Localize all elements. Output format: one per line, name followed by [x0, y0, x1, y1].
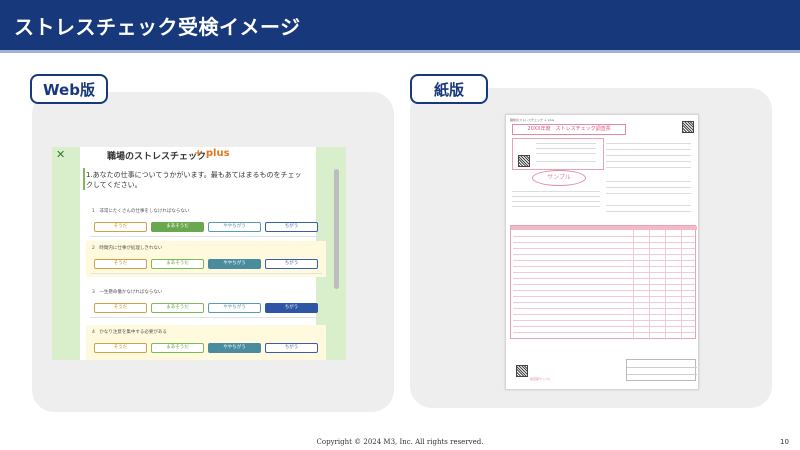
table-row: [513, 290, 695, 291]
paper-title: 20XX年度 ストレスチェック調査票: [512, 124, 626, 135]
question-item-text: 4 かなり注意を集中する必要がある: [92, 330, 167, 335]
qr-code-icon: [518, 155, 530, 167]
option-yaya-chigau[interactable]: ややちがう: [208, 343, 261, 353]
table-row: [513, 314, 695, 315]
table-row: [513, 296, 695, 297]
paper-line: [512, 191, 600, 192]
table-row: [513, 278, 695, 279]
id-row: [627, 367, 697, 368]
web-question-item-3: 3 一生懸命働かなければならない そうだ まあそうだ ややちがう ちがう: [86, 285, 326, 321]
qr-code-icon: [516, 365, 528, 377]
web-question-item-4: 4 かなり注意を集中する必要がある そうだ まあそうだ ややちがう ちがう: [86, 325, 326, 360]
header-bar: ストレスチェック受検イメージ: [0, 0, 800, 50]
paper-line: [536, 148, 596, 149]
table-row: [513, 308, 695, 309]
question-accent-bar: [83, 168, 85, 190]
item-divider: [90, 273, 322, 274]
option-chigau[interactable]: ちがう: [265, 222, 318, 232]
paper-line: [536, 153, 596, 154]
table-row: [513, 326, 695, 327]
table-row: [513, 236, 695, 237]
paper-line: [512, 201, 600, 202]
paper-line: [512, 196, 600, 197]
option-yaya-chigau[interactable]: ややちがう: [208, 222, 261, 232]
table-row: [513, 266, 695, 267]
slide: ストレスチェック受検イメージ Web版 紙版 ✕ 職場のストレスチェック + p…: [0, 0, 800, 450]
paper-line: [606, 155, 691, 156]
table-row: [513, 272, 695, 273]
paper-line: [606, 161, 691, 162]
table-column: [665, 230, 666, 340]
paper-line: [536, 143, 596, 144]
table-column: [633, 230, 634, 340]
option-yaya-chigau[interactable]: ややちがう: [208, 259, 261, 269]
table-column: [681, 230, 682, 340]
table-column: [649, 230, 650, 340]
question-item-text: 2 時間内に仕事が処理しきれない: [92, 246, 163, 251]
option-maa-sou-da[interactable]: まあそうだ: [151, 303, 204, 313]
web-brand-plus: + plus: [194, 148, 230, 159]
table-row: [513, 320, 695, 321]
scrollbar[interactable]: [334, 169, 339, 289]
table-row: [513, 242, 695, 243]
web-screenshot: ✕ 職場のストレスチェック + plus 1.あなたの仕事についてうかがいます。…: [52, 147, 346, 360]
page-number: 10: [780, 438, 789, 446]
paper-line: [606, 205, 691, 206]
paper-id-box: [626, 359, 697, 381]
header-divider: [0, 50, 800, 53]
option-chigau[interactable]: ちがう: [265, 303, 318, 313]
option-sou-da[interactable]: そうだ: [94, 259, 147, 269]
option-maa-sou-da[interactable]: まあそうだ: [151, 222, 204, 232]
table-row: [513, 260, 695, 261]
sample-stamp: サンプル: [532, 170, 586, 186]
paper-line: [606, 193, 691, 194]
item-divider: [90, 317, 322, 318]
question-item-text: 3 一生懸命働かなければならない: [92, 290, 163, 295]
web-version-label: Web版: [30, 74, 108, 104]
option-chigau[interactable]: ちがう: [265, 343, 318, 353]
paper-line: [606, 181, 691, 182]
web-question-item-2: 2 時間内に仕事が処理しきれない そうだ まあそうだ ややちがう ちがう: [86, 241, 326, 277]
paper-line: [512, 206, 600, 207]
close-icon: ✕: [56, 148, 66, 161]
page-title: ストレスチェック受検イメージ: [14, 15, 301, 39]
option-sou-da[interactable]: そうだ: [94, 303, 147, 313]
paper-line: [606, 149, 691, 150]
paper-line: [606, 167, 691, 168]
web-brand: 職場のストレスチェック: [107, 152, 207, 162]
paper-line: [606, 211, 691, 212]
option-sou-da[interactable]: そうだ: [94, 343, 147, 353]
paper-line: [536, 161, 596, 162]
option-maa-sou-da[interactable]: まあそうだ: [151, 259, 204, 269]
paper-line: [606, 143, 691, 144]
id-row: [627, 374, 697, 375]
option-chigau[interactable]: ちがう: [265, 259, 318, 269]
table-row: [513, 302, 695, 303]
paper-line: [606, 187, 691, 188]
web-question-text: 1.あなたの仕事についてうかがいます。最もあてはまるものをチェックしてください。: [86, 171, 302, 189]
table-row: [513, 332, 695, 333]
qr-code-icon: [682, 121, 694, 133]
copyright: Copyright © 2024 M3, Inc. All rights res…: [316, 438, 484, 446]
paper-header-text: 職場のストレスチェック ＋ plus: [510, 118, 555, 122]
paper-question-table: [510, 225, 697, 340]
paper-version-label: 紙版: [410, 74, 488, 104]
option-maa-sou-da[interactable]: まあそうだ: [151, 343, 204, 353]
table-header-bar: [511, 226, 697, 230]
web-question-item-1: 1 非常にたくさんの仕事をしなければならない そうだ まあそうだ ややちがう ち…: [86, 204, 326, 240]
paper-footer-text: 調査票サンプル: [530, 377, 551, 381]
paper-questionnaire-image: 職場のストレスチェック ＋ plus 20XX年度 ストレスチェック調査票 サン…: [505, 114, 699, 390]
table-row: [513, 248, 695, 249]
option-sou-da[interactable]: そうだ: [94, 222, 147, 232]
item-divider: [90, 236, 322, 237]
option-yaya-chigau[interactable]: ややちがう: [208, 303, 261, 313]
question-item-text: 1 非常にたくさんの仕事をしなければならない: [92, 209, 190, 214]
table-row: [513, 254, 695, 255]
table-row: [513, 284, 695, 285]
